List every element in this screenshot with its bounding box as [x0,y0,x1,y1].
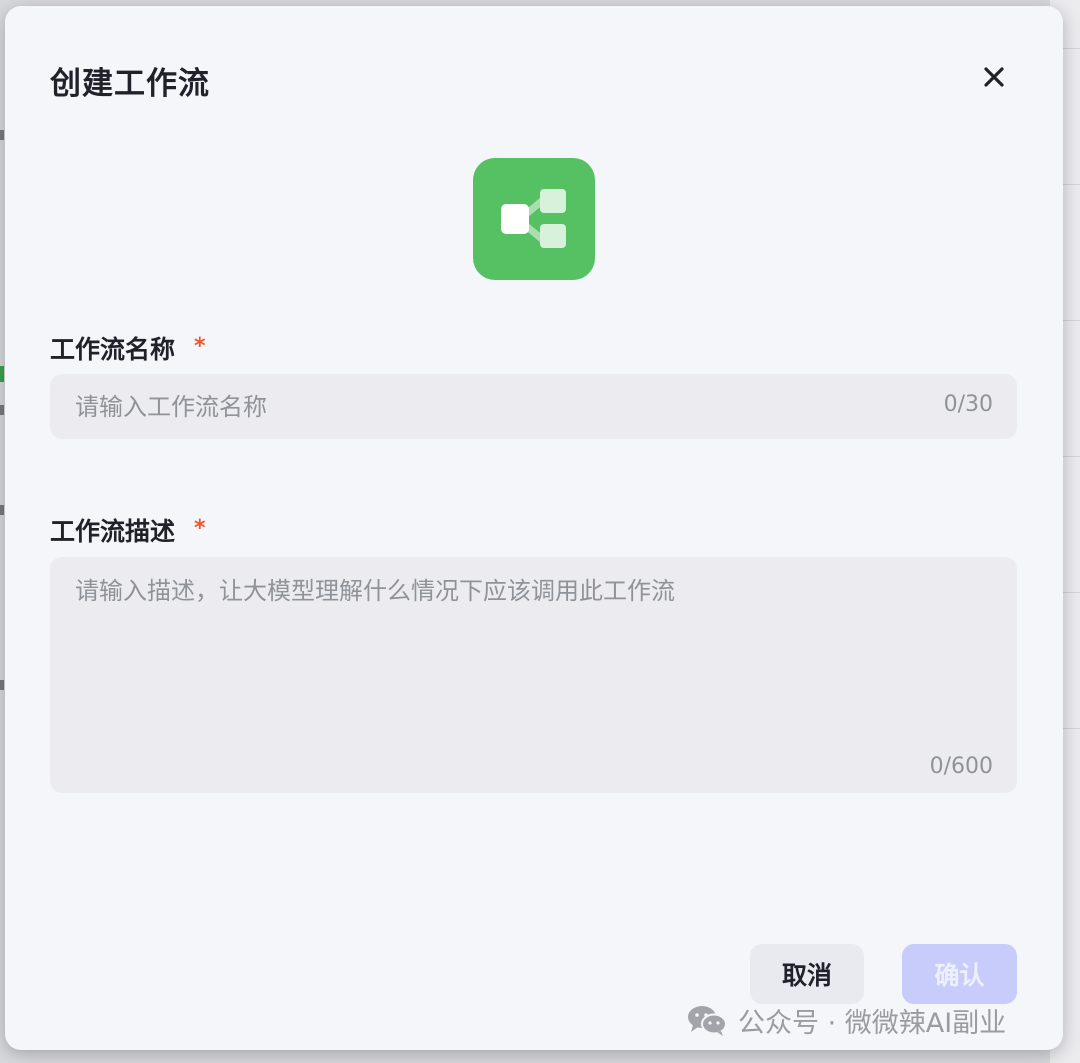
status-indicator [0,366,4,382]
name-char-counter: 0/30 [943,392,993,417]
close-icon [984,67,1004,87]
wechat-icon [688,1006,727,1036]
required-mark: * [194,334,206,359]
background-mark [0,680,4,690]
description-char-counter: 0/600 [929,754,993,779]
workflow-avatar[interactable] [473,158,595,280]
background-mark [0,505,4,515]
background-mark [0,405,4,415]
workflow-name-input[interactable] [50,374,1017,439]
dialog-title: 创建工作流 [50,66,210,102]
create-workflow-dialog: 创建工作流 工作流名称 * 0/30 工作流描述 * 0/600 取消 确认 [5,6,1063,1050]
workflow-name-field: 0/30 [50,374,1017,439]
workflow-description-label: 工作流描述 [50,517,176,546]
workflow-description-textarea[interactable] [50,557,1017,793]
confirm-button[interactable]: 确认 [902,944,1017,1004]
workflow-description-field: 0/600 [50,557,1017,793]
watermark: 公众号 · 微微辣AI副业 [686,1000,1006,1040]
workflow-icon [501,189,566,248]
cancel-button[interactable]: 取消 [750,944,864,1004]
workflow-name-label: 工作流名称 [50,335,176,364]
required-mark: * [194,516,206,541]
watermark-text: 公众号 · 微微辣AI副业 [738,1007,1007,1039]
background-mark [0,130,4,140]
close-button[interactable] [977,60,1011,94]
